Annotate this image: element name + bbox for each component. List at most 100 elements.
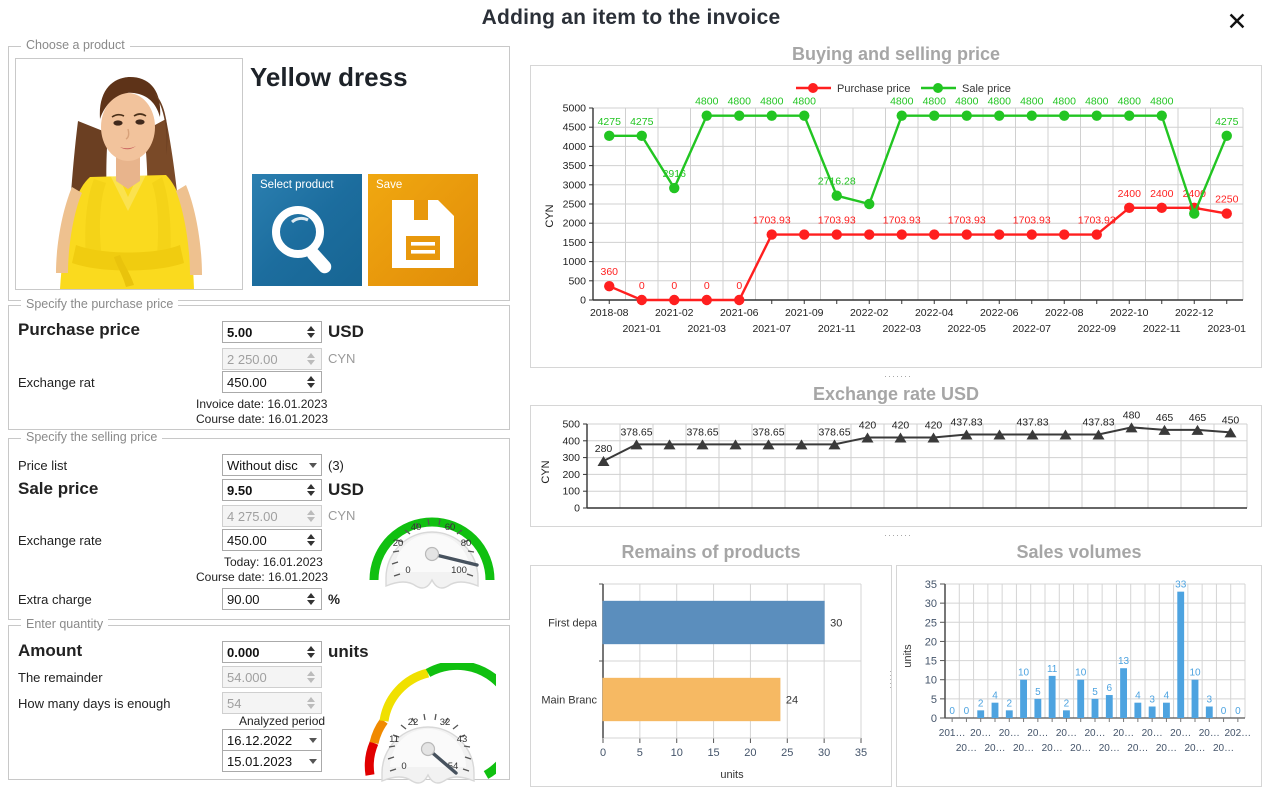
period-from-select[interactable]: 16.12.2022: [222, 729, 322, 751]
data-label: 437.83: [950, 416, 982, 428]
selling-price-legend: Specify the selling price: [21, 430, 163, 444]
xtick-label: 20…: [1084, 728, 1105, 739]
bar: [1005, 710, 1013, 718]
sale-price-currency: USD: [328, 480, 364, 499]
price-list-select[interactable]: Without disc: [222, 454, 322, 476]
remainder-input: 54.000: [222, 666, 322, 688]
data-point: [929, 229, 940, 240]
data-point: [1091, 110, 1102, 121]
amount-input[interactable]: 0.000: [222, 641, 322, 663]
bar-value-label: 11: [1047, 664, 1058, 675]
invoice-date: Invoice date: 16.01.2023: [196, 397, 328, 411]
sale-price-alt-value: 4 275.00: [227, 508, 278, 524]
data-label: 465: [1189, 412, 1207, 424]
xtick-label: 20: [744, 747, 756, 759]
data-point: [929, 110, 940, 121]
data-label: 480: [1123, 409, 1141, 421]
purchase-exchange-rate-input[interactable]: 450.00: [222, 371, 322, 393]
ytick-label: 5: [931, 694, 937, 706]
extra-charge-unit: %: [328, 592, 341, 607]
page-title: Adding an item to the invoice: [481, 6, 781, 29]
xtick-label: 2022-12: [1175, 307, 1214, 319]
bar-category-label: First depa: [548, 618, 598, 630]
days-enough-stepper: [303, 693, 318, 713]
buying-selling-plot: Purchase price Sale price 0 500 1000 1500 2000…: [544, 83, 1246, 335]
ytick-label: 2000: [563, 218, 587, 230]
data-point: [604, 280, 615, 292]
extra-charge-stepper[interactable]: [303, 589, 318, 609]
data-label: 420: [925, 419, 943, 431]
bar: [977, 710, 985, 718]
purchase-price-legend: Specify the purchase price: [21, 297, 179, 311]
purchase-price-input[interactable]: 5.00: [222, 321, 322, 343]
gauge-tick-32: 32: [440, 717, 451, 728]
ytick-label: 100: [562, 486, 580, 498]
price-list-count: (3): [328, 458, 344, 473]
data-label: 4800: [955, 96, 979, 108]
choose-product-legend: Choose a product: [21, 38, 130, 52]
data-label: 437.83: [1016, 416, 1048, 428]
xtick-label: 2022-04: [915, 307, 954, 319]
bar-value-label: 13: [1118, 656, 1130, 667]
days-enough-label: How many days is enough: [18, 696, 171, 711]
xtick-label: 20…: [1156, 743, 1177, 754]
y-axis-label: units: [902, 644, 914, 668]
splitter-handle-1[interactable]: ·······: [884, 371, 912, 381]
price-list-value: Without disc: [227, 457, 298, 473]
purchase-course-date: Course date: 16.01.2023: [196, 412, 329, 426]
sales-volumes-chart-title: Sales volumes: [1016, 542, 1142, 562]
data-point: [1026, 229, 1037, 240]
amount-stepper[interactable]: [303, 642, 318, 662]
chevron-down-icon[interactable]: [305, 462, 321, 468]
sale-price-stepper[interactable]: [303, 480, 318, 500]
ytick-label: 25: [925, 617, 937, 629]
purchase-price-value: 5.00: [227, 324, 253, 340]
save-label: Save: [376, 179, 403, 191]
purchase-exchange-rate-stepper[interactable]: [303, 372, 318, 392]
splitter-handle-3[interactable]: ·····: [886, 670, 896, 690]
data-label: 4275: [630, 116, 654, 128]
save-button[interactable]: Save: [368, 174, 478, 286]
buying-selling-chart: Purchase price Sale price 0 500 1000 1500 2000…: [530, 65, 1262, 368]
ytick-label: 0: [931, 713, 937, 725]
exchange-rate-chart: 0 100 200 300 400 500 CYN 280 378.65 378.65 378.65…: [530, 405, 1262, 527]
data-point: [896, 229, 907, 240]
xtick-label: 2022-06: [980, 307, 1019, 319]
extra-charge-input[interactable]: 90.00: [222, 588, 322, 610]
bar-category-label: Main Branc: [541, 695, 597, 707]
sale-exchange-rate-value: 450.00: [227, 532, 267, 548]
xtick-label: 2022-05: [947, 323, 986, 335]
xtick-label: 201…: [939, 728, 966, 739]
data-point: [669, 294, 680, 306]
data-label: 420: [892, 419, 910, 431]
xtick-label: 20…: [1170, 728, 1191, 739]
xtick-label: 2021-02: [655, 307, 694, 319]
xtick-label: 2018-08: [590, 307, 629, 319]
gauge-tick-20: 20: [393, 538, 404, 549]
sale-price-input[interactable]: 9.50: [222, 479, 322, 501]
data-point: [1189, 208, 1200, 219]
sale-exchange-rate-input[interactable]: 450.00: [222, 529, 322, 551]
xtick-label: 2022-10: [1110, 307, 1149, 319]
bar-value-label: 30: [830, 618, 842, 630]
bar: [1191, 679, 1199, 718]
data-label: 2250: [1215, 194, 1239, 206]
chevron-down-icon[interactable]: [305, 758, 321, 764]
data-label: 1703.93: [948, 215, 986, 227]
close-icon[interactable]: ✕: [1220, 4, 1254, 38]
gauge-tick-22: 22: [408, 717, 419, 728]
chevron-down-icon[interactable]: [305, 737, 321, 743]
sale-price-value: 9.50: [227, 482, 253, 498]
period-to-select[interactable]: 15.01.2023: [222, 750, 322, 772]
bar: [1177, 591, 1185, 718]
select-product-button[interactable]: Select product: [252, 174, 362, 286]
gauge-tick-43: 43: [457, 734, 468, 745]
splitter-handle-2[interactable]: ·······: [884, 530, 912, 540]
xtick-label: 30: [818, 747, 830, 759]
sale-exchange-rate-label: Exchange rate: [18, 533, 102, 548]
data-label: 4800: [1020, 96, 1044, 108]
purchase-price-stepper[interactable]: [303, 322, 318, 342]
xtick-label: 2021-06: [720, 307, 759, 319]
data-point: [864, 229, 875, 240]
sale-exchange-rate-stepper[interactable]: [303, 530, 318, 550]
